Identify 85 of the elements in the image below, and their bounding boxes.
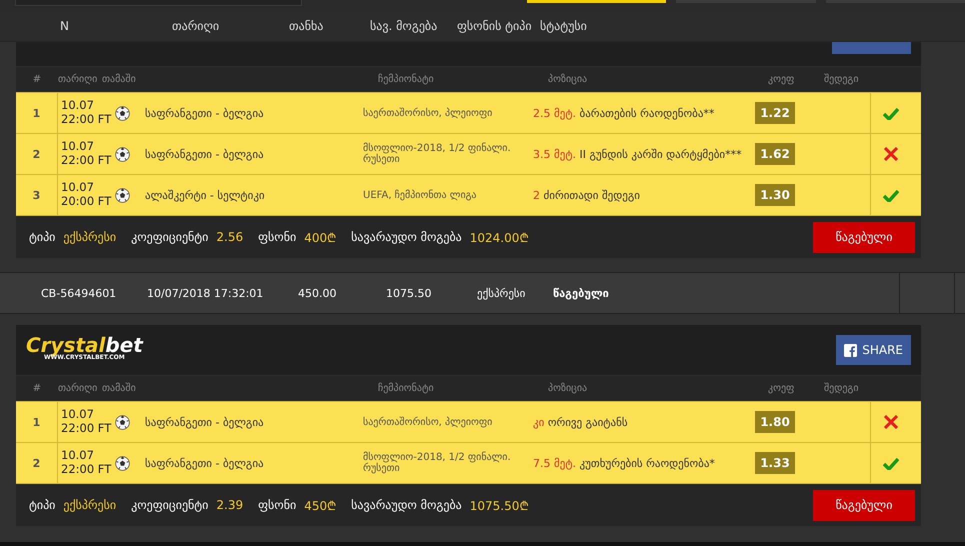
- soccer-ball-icon: [115, 188, 130, 202]
- table-cell-text: წაგებული: [553, 286, 610, 300]
- column-header: სტატუსი: [540, 19, 588, 33]
- status-button[interactable]: წაგებული: [813, 222, 915, 252]
- table-cell-text: 450.00: [298, 286, 338, 300]
- summary-value: 2.39: [216, 498, 244, 512]
- column-header: თანხა: [289, 19, 324, 33]
- odds-badge: 1.80: [755, 411, 795, 433]
- column-header: თამაში: [102, 74, 137, 85]
- odds-badge: 1.22: [755, 102, 795, 124]
- championship: მსოფლიო-2018, 1/2 ფინალი. რუსეთი: [363, 450, 512, 476]
- championship: UEFA, ჩემპიონთა ლიგა: [363, 188, 478, 202]
- column-header: შედეგი: [824, 74, 860, 85]
- column-header: პოზიცია: [548, 383, 588, 394]
- match-date: 10.07: [61, 408, 94, 422]
- match-name: საფრანგეთი - ბელგია: [145, 146, 265, 163]
- table-cell-text: ექსპრესი: [477, 286, 526, 300]
- match-date: 10.07: [61, 181, 94, 195]
- championship: საერთაშორისო, პლეიოფი: [363, 416, 494, 430]
- soccer-ball-icon: [115, 106, 130, 120]
- summary-value: ექსპრესი: [63, 498, 116, 512]
- summary-label: ფსონი: [258, 498, 296, 512]
- summary-value: 400₾: [304, 230, 336, 246]
- odds-badge: 1.33: [755, 452, 795, 474]
- column-header: კოეფ: [768, 74, 796, 85]
- position-text: 3.5 მეტ. II გუნდის კარში დარტყმები***: [533, 146, 743, 163]
- status-button[interactable]: წაგებული: [813, 490, 915, 520]
- position-text: კი ორივე გაიტანს: [533, 414, 629, 431]
- match-time: 22:00 FT: [61, 422, 112, 436]
- match-name: საფრანგეთი - ბელგია: [145, 106, 265, 122]
- column-header: თარიღი: [58, 383, 98, 394]
- table-cell-text: CB-56494601: [41, 286, 118, 300]
- match-date: 10.07: [61, 99, 94, 113]
- column-header: ჩემპიონატი: [378, 383, 435, 394]
- position-text: 2 ძირითადი შედეგი: [533, 188, 641, 204]
- column-header: ჩემპიონატი: [378, 74, 435, 85]
- championship: საერთაშორისო, პლეიოფი: [363, 106, 494, 120]
- soccer-ball-icon: [115, 456, 130, 470]
- facebook-icon: [844, 344, 858, 356]
- column-header: შედეგი: [824, 383, 860, 394]
- table-cell-text: 10/07/2018 17:32:01: [147, 286, 264, 300]
- summary-label: ფსონი: [258, 230, 296, 244]
- position-text: 7.5 მეტ. კუთხურების რაოდენობა*: [533, 456, 716, 472]
- row-number: 3: [16, 175, 58, 215]
- share-button[interactable]: [832, 42, 911, 54]
- column-header: #: [32, 74, 42, 85]
- summary-label: სავარაუდო მოგება: [351, 498, 462, 512]
- match-date: 10.07: [61, 449, 94, 463]
- match-time: 22:00 FT: [61, 113, 112, 127]
- summary-value: 2.56: [216, 230, 244, 244]
- summary-value: ექსპრესი: [63, 230, 116, 244]
- column-header: თამაში: [102, 383, 137, 394]
- row-number: 2: [16, 443, 58, 483]
- column-header: თარიღი: [172, 19, 220, 33]
- championship: მსოფლიო-2018, 1/2 ფინალი. რუსეთი: [363, 142, 512, 167]
- summary-label: ტიპი: [29, 230, 56, 244]
- table-cell-text: 1075.50: [386, 286, 432, 300]
- odds-badge: 1.30: [755, 184, 795, 206]
- share-button[interactable]: SHARE: [836, 335, 911, 365]
- match-name: საფრანგეთი - ბელგია: [145, 414, 265, 431]
- match-name: საფრანგეთი - ბელგია: [145, 456, 265, 472]
- column-header: #: [32, 383, 42, 394]
- match-name: ალაშკერტი - სელტიკი: [145, 188, 266, 204]
- summary-label: კოეფიციენტი: [131, 230, 208, 244]
- odds-badge: 1.62: [755, 143, 795, 165]
- summary-label: ტიპი: [29, 498, 56, 512]
- column-header: სავ. მოგება: [370, 19, 438, 33]
- soccer-ball-icon: [115, 146, 130, 162]
- soccer-ball-icon: [115, 414, 130, 430]
- column-header: თარიღი: [58, 74, 98, 85]
- column-header: ფსონის ტიპი: [457, 19, 533, 33]
- column-header: კოეფ: [768, 383, 796, 394]
- summary-label: სავარაუდო მოგება: [351, 230, 462, 244]
- column-header: N: [60, 19, 70, 33]
- column-header: პოზიცია: [548, 74, 588, 85]
- match-time: 22:00 FT: [61, 154, 112, 168]
- match-time: 20:00 FT: [61, 195, 112, 209]
- match-time: 22:00 FT: [61, 463, 112, 477]
- summary-value: 1024.00₾: [470, 230, 528, 246]
- bet-summary-row[interactable]: CB-56494601 10/07/2018 17:32:01 450.00 1075.50 ექსპრესი წაგებული: [0, 272, 965, 314]
- summary-value: 1075.50₾: [470, 498, 528, 514]
- summary-value: 450₾: [304, 498, 336, 514]
- summary-label: კოეფიციენტი: [131, 498, 208, 512]
- match-date: 10.07: [61, 140, 94, 154]
- position-text: 2.5 მეტ. ბარათების რაოდენობა**: [533, 106, 716, 122]
